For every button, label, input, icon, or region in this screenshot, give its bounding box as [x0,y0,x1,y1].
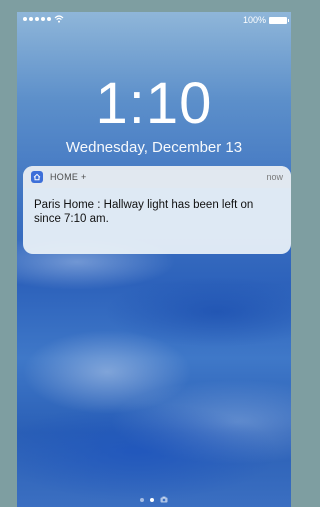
clock-date: Wednesday, December 13 [65,139,243,156]
signal-dot [35,17,39,21]
home-icon [33,173,41,181]
signal-dot [29,17,33,21]
signal-dot [47,17,51,21]
cellular-signal-icon [23,17,51,21]
clock-time: 1:10 [95,71,213,136]
wifi-icon [54,15,64,23]
signal-dot [41,17,45,21]
battery-percentage: 100% [242,15,266,25]
screen-background: 100% 1:10 Wednesday, December 13 HOME + … [0,0,291,507]
camera-icon[interactable] [160,496,168,503]
battery-icon [269,16,289,24]
notification-header: HOME + now [23,166,291,188]
notification-time: now [266,172,283,182]
lock-screen: 100% 1:10 Wednesday, December 13 HOME + … [17,12,291,507]
notification-card[interactable]: HOME + now Paris Home : Hallway light ha… [23,166,291,254]
signal-dot [23,17,27,21]
status-bar: 100% [17,12,291,28]
notification-app-name: HOME + [50,172,87,182]
page-dot[interactable] [140,497,144,502]
page-dot-active[interactable] [150,497,154,502]
home-app-icon [31,171,43,183]
notification-message: Paris Home : Hallway light has been left… [34,199,254,225]
battery-status: 100% [242,15,289,25]
page-indicator[interactable] [17,496,291,503]
